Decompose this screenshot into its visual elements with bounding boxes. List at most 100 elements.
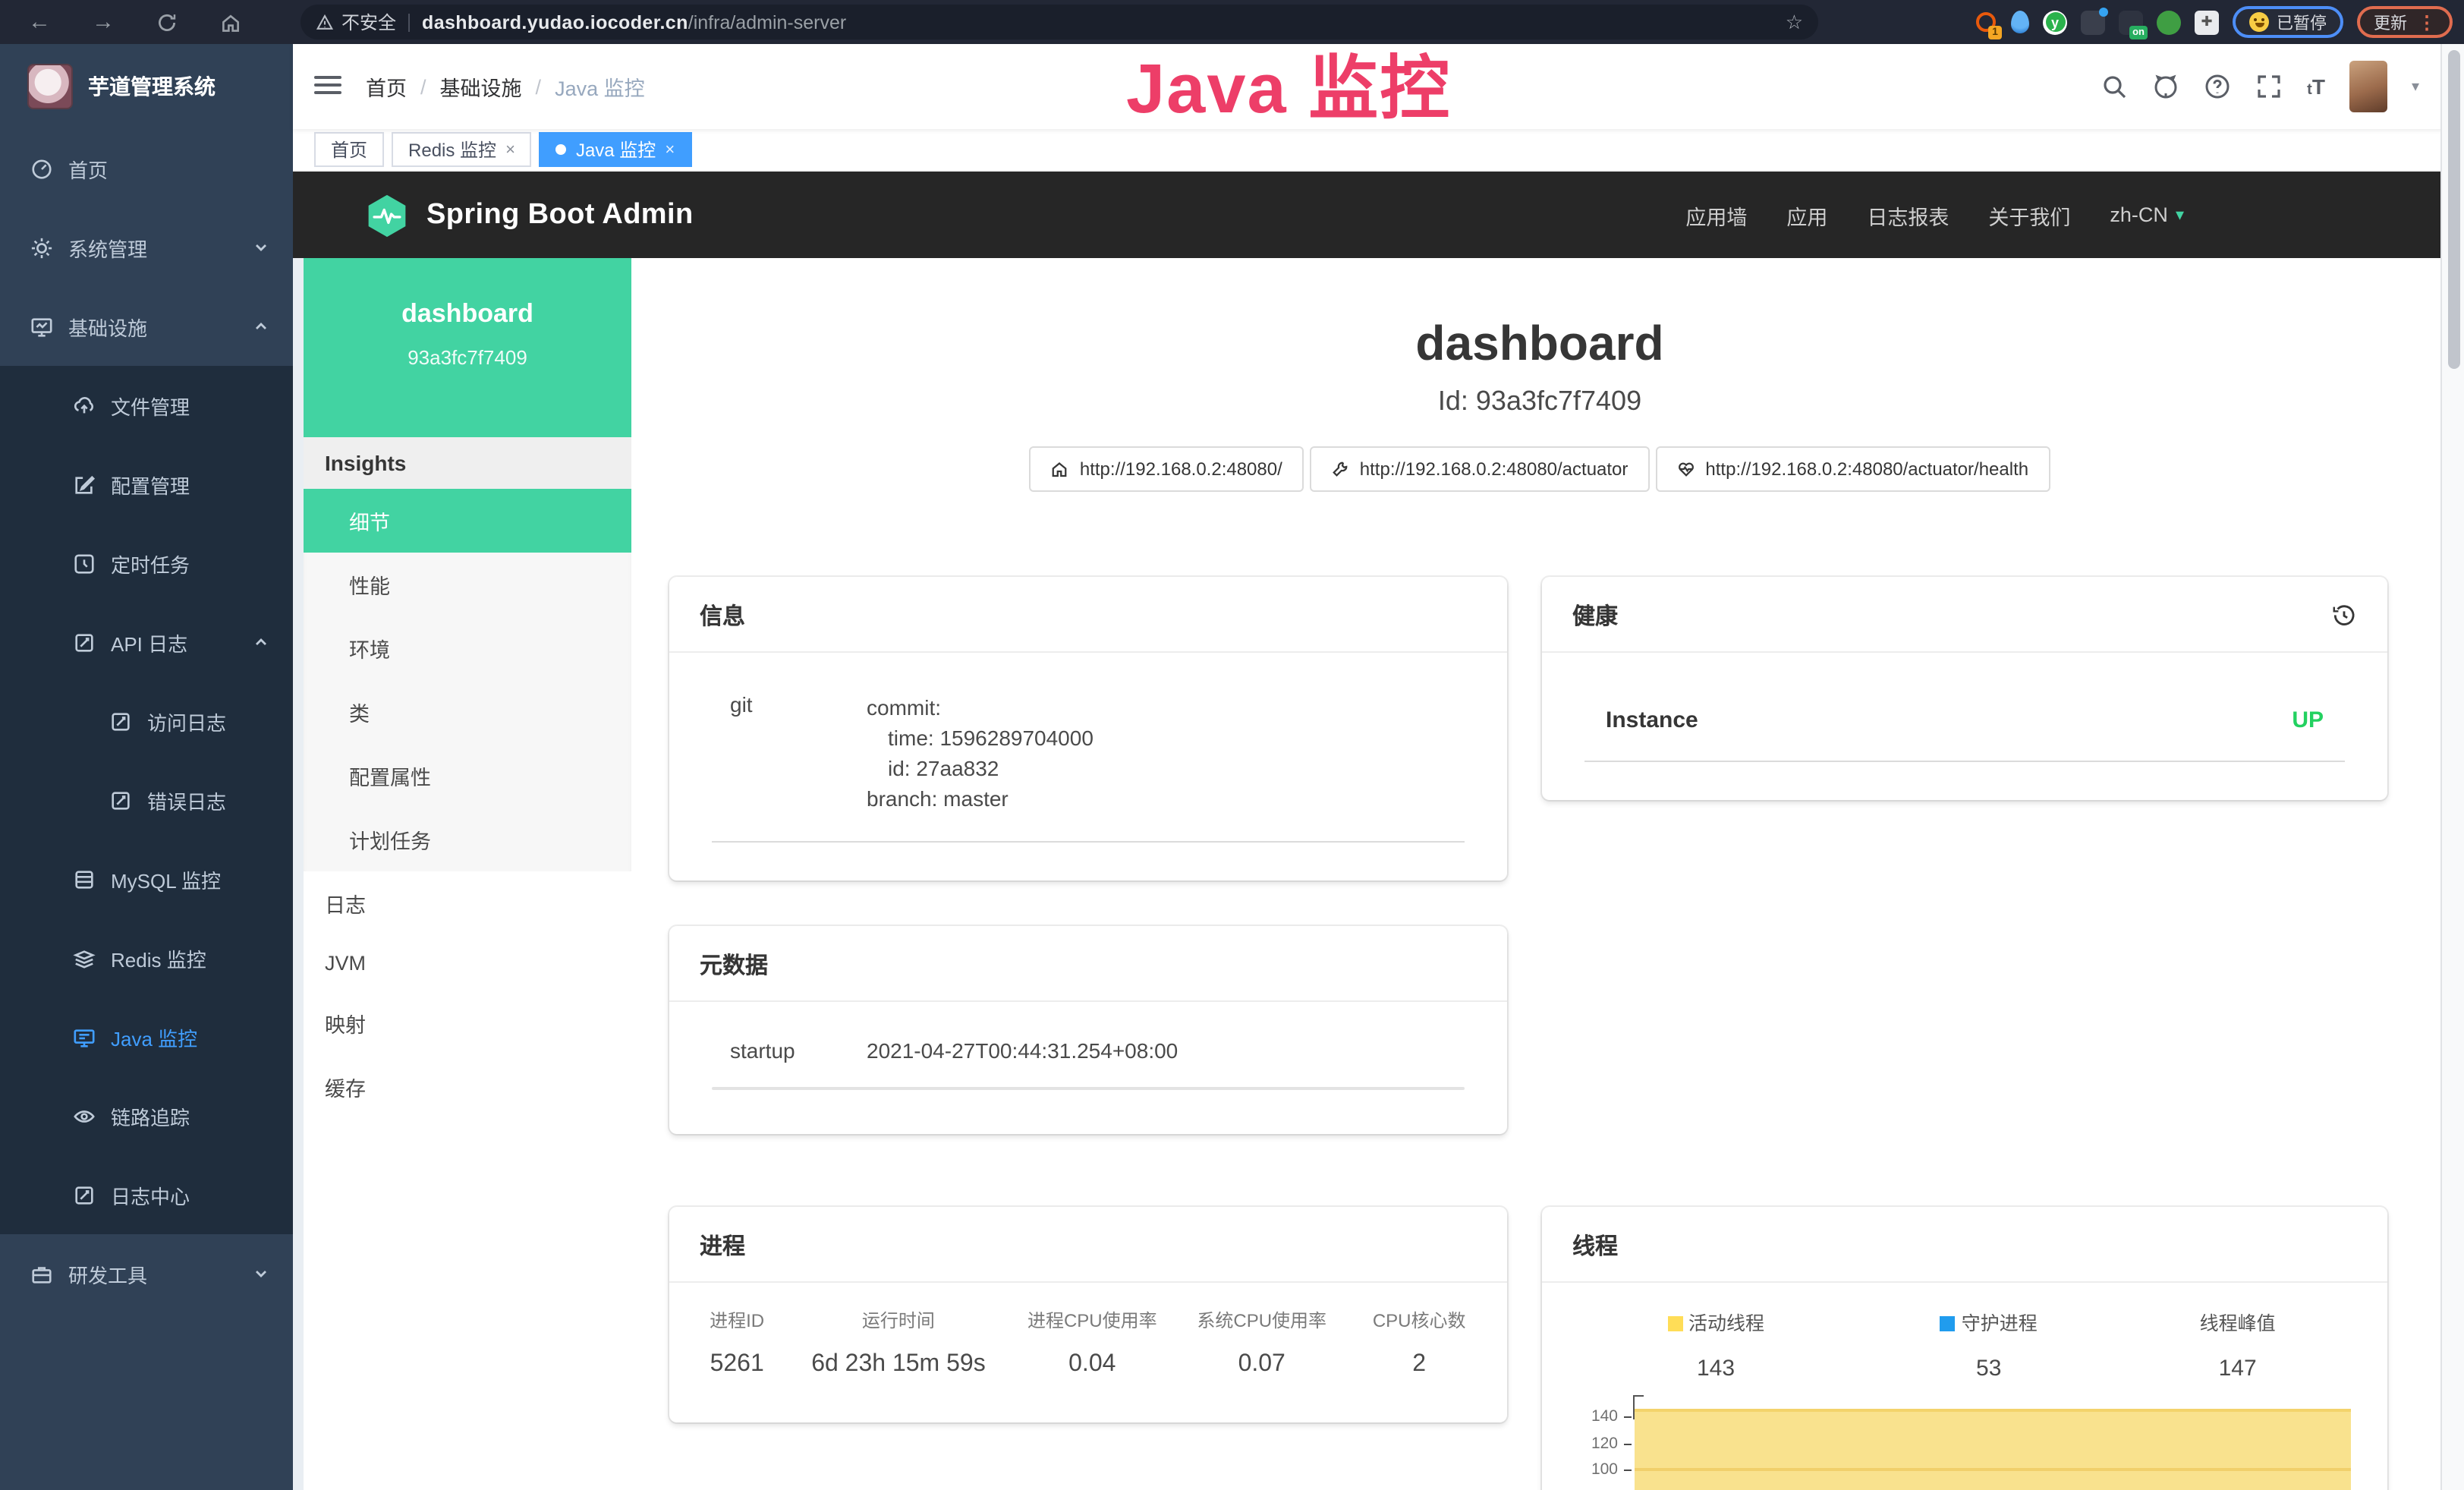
avatar[interactable] [2349, 61, 2387, 112]
extensions-puzzle-icon[interactable]: ✚ [2195, 10, 2219, 34]
address-divider [408, 13, 410, 31]
sidebar-item-logcenter[interactable]: 日志中心 [0, 1155, 293, 1234]
tab-redis-monitor[interactable]: Redis 监控× [392, 132, 532, 167]
fullscreen-icon[interactable] [2255, 73, 2283, 100]
browser-menu-icon[interactable]: ⋮ [2418, 11, 2436, 33]
chevron-down-icon [253, 240, 269, 255]
y-tick-100: 100 [1563, 1460, 1618, 1479]
extension-on-icon[interactable]: on [2119, 10, 2143, 34]
paused-pill[interactable]: 已暂停 [2233, 6, 2343, 38]
sba-menu-classes[interactable]: 类 [304, 680, 631, 744]
sidebar-item-devtools[interactable]: 研发工具 [0, 1234, 293, 1313]
reload-icon[interactable] [152, 11, 182, 33]
sidebar-item-errorlog[interactable]: 错误日志 [0, 761, 293, 840]
breadcrumb: 首页 / 基础设施 / Java 监控 [366, 71, 645, 102]
log-doc-icon [73, 1183, 96, 1206]
sba-menu-details[interactable]: 细节 [304, 489, 631, 553]
toolbox-icon [30, 1262, 53, 1285]
tab-java-monitor[interactable]: Java 监控× [540, 132, 691, 167]
sidebar-item-apilog[interactable]: API 日志 [0, 603, 293, 682]
instance-name: dashboard [316, 299, 619, 329]
threads-card-body: 活动线程 守护进程 线程峰值 143 53 147 [1542, 1283, 2387, 1490]
page-scrollbar[interactable] [2440, 44, 2464, 1490]
sba-menu-scheduled[interactable]: 计划任务 [304, 808, 631, 871]
hamburger-icon[interactable] [314, 76, 341, 97]
log-doc-icon [73, 631, 96, 654]
app-title: 芋道管理系统 [88, 71, 216, 102]
chevron-up-icon [253, 635, 269, 650]
sba-menu-env[interactable]: 环境 [304, 616, 631, 680]
help-icon[interactable] [2204, 73, 2231, 100]
sidebar-item-file[interactable]: 文件管理 [0, 366, 293, 445]
app-logo-row[interactable]: 芋道管理系统 [0, 44, 293, 129]
sidebar-item-system[interactable]: 系统管理 [0, 208, 293, 287]
font-size-icon[interactable]: tT [2307, 74, 2325, 99]
bookmark-star-icon[interactable]: ☆ [1786, 10, 1803, 34]
close-icon[interactable]: × [665, 140, 675, 159]
tab-home[interactable]: 首页 [314, 132, 384, 167]
close-icon[interactable]: × [505, 140, 515, 159]
history-icon[interactable] [2331, 603, 2357, 628]
sba-nav-journal[interactable]: 日志报表 [1867, 200, 1949, 230]
extension-y-icon[interactable]: y [2043, 10, 2067, 34]
app-layout: 芋道管理系统 首页 系统管理 基础设施 文件管理 [0, 44, 2464, 1490]
sba-nav-applications[interactable]: 应用 [1786, 200, 1827, 230]
legend-daemon-threads[interactable]: 守护进程 [1868, 1307, 2109, 1336]
active-dot [556, 144, 567, 155]
back-icon[interactable]: ← [24, 9, 55, 35]
sidebar-item-accesslog[interactable]: 访问日志 [0, 682, 293, 761]
extension-refresh-icon[interactable]: 1 [1973, 10, 1997, 34]
search-icon[interactable] [2101, 73, 2128, 100]
sidebar-item-trace[interactable]: 链路追踪 [0, 1076, 293, 1155]
sba-menu-caches[interactable]: 缓存 [304, 1055, 631, 1119]
breadcrumb-home[interactable]: 首页 [366, 71, 407, 102]
daemon-threads-value: 53 [1868, 1356, 2109, 1381]
metadata-value: 2021-04-27T00:44:31.254+08:00 [867, 1038, 1178, 1063]
update-button[interactable]: 更新 ⋮ [2357, 6, 2453, 38]
sba-menu-logfile[interactable]: 日志 [304, 871, 631, 935]
sba-locale-select[interactable]: zh-CN ▾ [2110, 203, 2184, 226]
sidebar-item-config[interactable]: 配置管理 [0, 445, 293, 524]
breadcrumb-infra[interactable]: 基础设施 [440, 71, 522, 102]
sba-logo-icon [364, 192, 410, 238]
sidebar-item-job[interactable]: 定时任务 [0, 524, 293, 603]
sidebar-item-redis[interactable]: Redis 监控 [0, 918, 293, 997]
instance-header[interactable]: dashboard 93a3fc7f7409 [304, 258, 631, 437]
forward-icon[interactable]: → [88, 9, 118, 35]
log-doc-icon [109, 789, 132, 811]
sba-menu-mappings[interactable]: 映射 [304, 991, 631, 1055]
sba-menu-configprops[interactable]: 配置属性 [304, 744, 631, 808]
sidebar-item-java-monitor[interactable]: Java 监控 [0, 997, 293, 1076]
scrollbar-thumb[interactable] [2448, 50, 2460, 369]
threads-chart: 140 120 100 [1563, 1400, 2366, 1490]
heartbeat-icon [1676, 460, 1695, 478]
sidebar-item-mysql[interactable]: MySQL 监控 [0, 840, 293, 918]
sidebar-item-home[interactable]: 首页 [0, 129, 293, 208]
wrench-icon [1331, 460, 1349, 478]
security-label: 不安全 [341, 9, 396, 35]
health-url-button[interactable]: http://192.168.0.2:48080/actuator/health [1655, 446, 2050, 492]
process-card-header: 进程 [669, 1207, 1507, 1283]
address-bar[interactable]: 不安全 dashboard.yudao.iocoder.cn/infra/adm… [301, 5, 1818, 39]
extension-pin-icon[interactable] [2011, 11, 2029, 33]
actuator-url-button[interactable]: http://192.168.0.2:48080/actuator [1310, 446, 1650, 492]
home-nav-icon[interactable] [216, 11, 246, 33]
sidebar-item-infra[interactable]: 基础设施 [0, 287, 293, 366]
chevron-down-icon [253, 1266, 269, 1281]
sba-nav-about[interactable]: 关于我们 [1988, 200, 2070, 230]
sba-nav-wallboard[interactable]: 应用墙 [1685, 200, 1747, 230]
health-row-instance[interactable]: Instance UP [1572, 707, 2357, 733]
info-value: commit: time: 1596289704000 id: 27aa832 … [867, 692, 1094, 814]
divider [1584, 761, 2345, 762]
legend-active-threads[interactable]: 活动线程 [1563, 1307, 1868, 1336]
avatar-caret-icon[interactable]: ▾ [2412, 78, 2419, 95]
sba-menu-jvm[interactable]: JVM [304, 935, 631, 991]
page-title: dashboard [669, 316, 2410, 372]
sba-brand[interactable]: Spring Boot Admin [364, 192, 694, 238]
breadcrumb-separator: / [420, 75, 426, 98]
service-url-button[interactable]: http://192.168.0.2:48080/ [1030, 446, 1304, 492]
extension-search-icon[interactable] [2157, 10, 2181, 34]
extension-grid-icon[interactable] [2081, 10, 2105, 34]
github-icon[interactable] [2152, 73, 2179, 100]
sba-menu-metrics[interactable]: 性能 [304, 553, 631, 616]
